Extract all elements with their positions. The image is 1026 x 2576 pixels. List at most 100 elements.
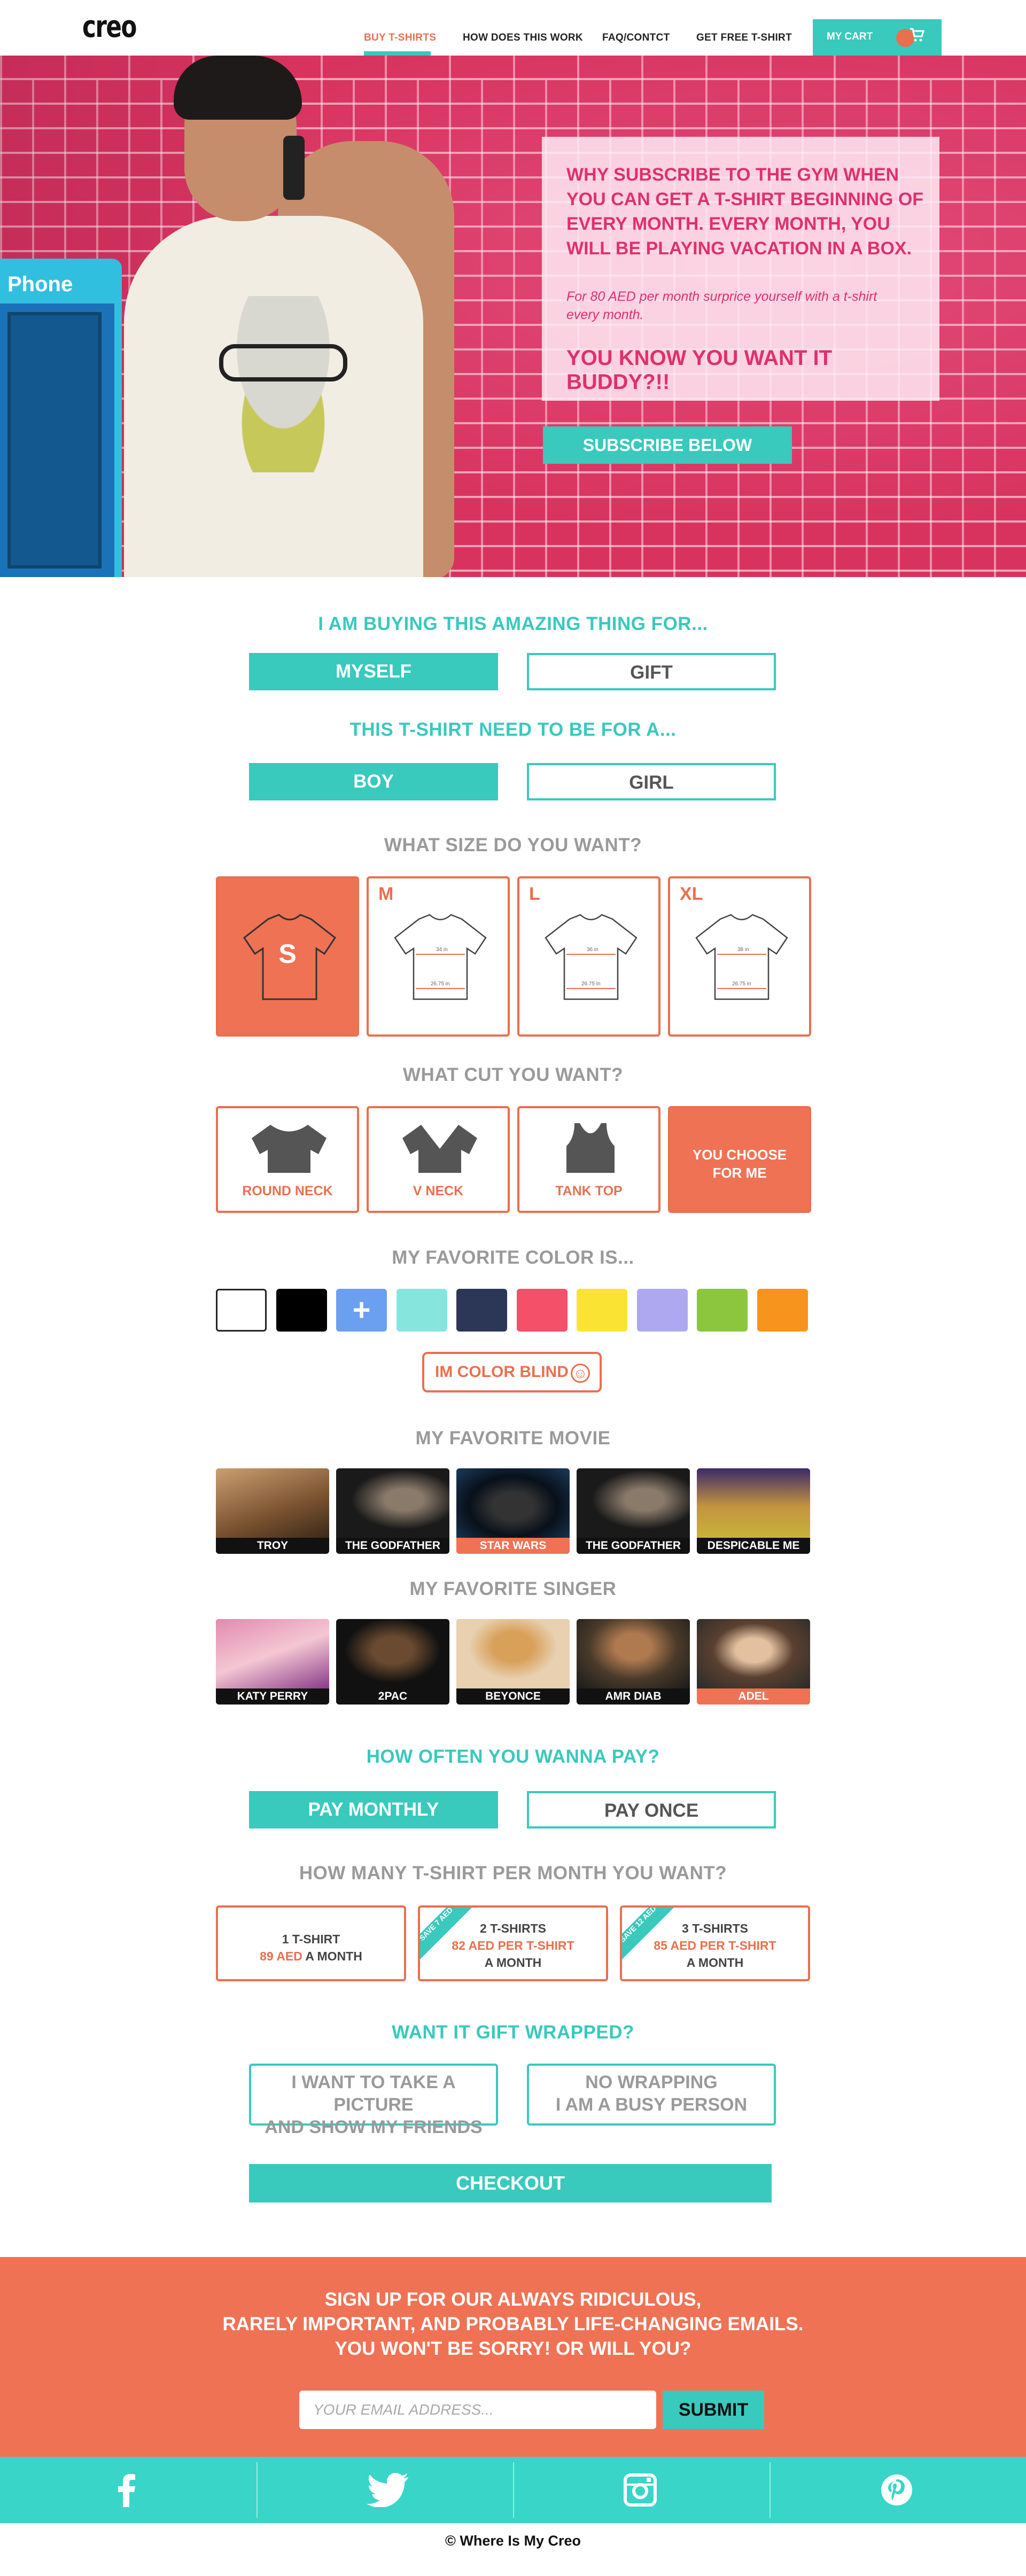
quantity-question: HOW MANY T-SHIRT PER MONTH YOU WANT? [299, 1863, 727, 1884]
movie-tile-godfather-2[interactable]: THE GODFATHER [577, 1468, 690, 1554]
wrap-line-1: NO WRAPPING [585, 2072, 718, 2092]
size-label: L [529, 884, 540, 904]
size-l-option[interactable]: L 36 in 26.75 in [517, 876, 660, 1037]
subscribe-button[interactable]: SUBSCRIBE BELOW [543, 426, 792, 464]
facebook-link[interactable] [0, 2457, 256, 2523]
color-swatch-lavender[interactable] [636, 1289, 688, 1332]
plan-1-tshirt[interactable]: 1 T-SHIRT 89 AED A MONTH [216, 1905, 406, 1981]
plan-3-tshirts[interactable]: SAVE 12 AED 3 T-SHIRTS 85 AED PER T-SHIR… [620, 1905, 810, 1981]
length-measure: 26.75 in [732, 981, 751, 987]
pay-monthly-option[interactable]: PAY MONTHLY [249, 1791, 498, 1828]
wrap-line-2: AND SHOW MY FRIENDS [265, 2117, 483, 2137]
color-blind-label: IM COLOR BLIND [435, 1363, 569, 1381]
color-swatch-white[interactable] [216, 1289, 267, 1332]
color-swatch-green[interactable] [697, 1289, 748, 1332]
twitter-icon [367, 2473, 408, 2507]
v-neck-option[interactable]: V NECK [367, 1106, 510, 1213]
pinterest-link[interactable] [770, 2457, 1026, 2523]
troy-poster-image [216, 1468, 329, 1538]
cut-label: ROUND NECK [242, 1184, 333, 1198]
v-neck-icon [402, 1125, 477, 1173]
hero-banner: Phone WHY SUBSCRIBE TO THE GYM WHEN YOU … [0, 56, 1026, 577]
you-choose-option[interactable]: YOU CHOOSE FOR ME [668, 1106, 811, 1213]
singer-tile-katy-perry[interactable]: KATY PERRY [216, 1619, 329, 1705]
size-label: M [378, 884, 394, 904]
color-swatch-aqua[interactable] [396, 1289, 447, 1332]
color-swatch-navy[interactable] [456, 1289, 507, 1332]
newsletter-line-2: RARELY IMPORTANT, AND PROBABLY LIFE-CHAN… [222, 2314, 804, 2334]
nav-how-it-works[interactable]: HOW DOES THIS WORK [463, 32, 583, 44]
pinterest-icon [881, 2474, 912, 2505]
plan-2-tshirts[interactable]: SAVE 7 AED 2 T-SHIRTS 82 AED PER T-SHIRT… [418, 1905, 608, 1981]
email-input[interactable] [299, 2391, 656, 2429]
payment-question: HOW OFTEN YOU WANNA PAY? [366, 1746, 660, 1767]
smiley-icon: ☺ [571, 1364, 590, 1383]
star-wars-poster-image [456, 1468, 570, 1538]
color-swatch-black[interactable] [276, 1289, 327, 1332]
plan-price-suffix: A MONTH [305, 1949, 362, 1963]
footer-copyright: © Where Is My Creo [445, 2533, 581, 2549]
movie-tile-troy[interactable]: TROY [216, 1468, 329, 1554]
plan-period: A MONTH [686, 1956, 744, 1970]
checkout-button[interactable]: CHECKOUT [249, 2164, 772, 2203]
myself-option[interactable]: MYSELF [249, 653, 498, 690]
gift-wrap-question: WANT IT GIFT WRAPPED? [392, 2022, 634, 2043]
round-neck-icon [252, 1125, 327, 1173]
movie-question: MY FAVORITE MOVIE [415, 1428, 611, 1449]
social-bar [0, 2457, 1026, 2523]
wrap-line-1: I WANT TO TAKE A PICTURE [291, 2072, 456, 2115]
gift-wrap-no-option[interactable]: NO WRAPPING I AM A BUSY PERSON [527, 2064, 776, 2126]
gender-question: THIS T-SHIRT NEED TO BE FOR A... [349, 719, 677, 740]
movie-tile-star-wars[interactable]: STAR WARS [456, 1468, 570, 1554]
singer-caption: 2PAC [336, 1688, 449, 1705]
size-s-option[interactable]: S [216, 876, 359, 1037]
nav-faq-contact[interactable]: FAQ/CONTCT [602, 32, 670, 44]
gift-wrap-yes-option[interactable]: I WANT TO TAKE A PICTURE AND SHOW MY FRI… [249, 2064, 498, 2137]
movie-caption: THE GODFATHER [336, 1538, 449, 1554]
twitter-link[interactable] [256, 2457, 513, 2523]
movie-tile-godfather[interactable]: THE GODFATHER [336, 1468, 449, 1554]
girl-option[interactable]: GIRL [527, 763, 776, 800]
nav-free-tshirt[interactable]: GET FREE T-SHIRT [696, 32, 792, 44]
katy-perry-image [216, 1619, 329, 1688]
instagram-link[interactable] [513, 2457, 770, 2523]
singer-caption: BEYONCE [456, 1688, 570, 1705]
singer-caption: ADEL [697, 1688, 810, 1705]
singer-tile-beyonce[interactable]: BEYONCE [456, 1619, 570, 1705]
hero-subtext: For 80 AED per month surprice yourself w… [566, 289, 877, 322]
movie-caption: DESPICABLE ME [697, 1538, 810, 1554]
pay-once-option[interactable]: PAY ONCE [527, 1791, 776, 1828]
size-m-option[interactable]: M 34 in 26.75 in [367, 876, 510, 1037]
boy-option[interactable]: BOY [249, 763, 498, 800]
instagram-icon [624, 2473, 657, 2507]
chest-measure: 36 in [587, 947, 598, 953]
phone-booth-image: Phone [0, 259, 122, 577]
plan-price: 85 AED PER T-SHIRT [622, 1939, 808, 1953]
color-swatch-blue[interactable]: + [336, 1289, 387, 1332]
creo-logo[interactable]: creo [82, 10, 137, 44]
size-label: S [278, 939, 297, 969]
round-neck-option[interactable]: ROUND NECK [216, 1106, 359, 1213]
tank-top-option[interactable]: TANK TOP [517, 1106, 660, 1213]
color-swatch-yellow[interactable] [577, 1289, 627, 1332]
gift-option[interactable]: GIFT [527, 653, 776, 690]
nav-buy-tshirts[interactable]: BUY T-SHIRTS [364, 32, 436, 44]
tshirt-icon [695, 914, 788, 1000]
size-question: WHAT SIZE DO YOU WANT? [384, 835, 642, 855]
length-measure: 26.75 in [431, 981, 450, 987]
color-swatch-orange[interactable] [757, 1289, 808, 1332]
newsletter-line-1: SIGN UP FOR OUR ALWAYS RIDICULOUS, [324, 2289, 702, 2310]
singer-tile-2pac[interactable]: 2PAC [336, 1619, 449, 1705]
singer-tile-amr-diab[interactable]: AMR DIAB [577, 1619, 690, 1705]
plan-period: A MONTH [484, 1956, 542, 1970]
my-cart-button[interactable]: MY CART [813, 19, 942, 56]
color-blind-button[interactable]: IM COLOR BLIND ☺ [422, 1352, 602, 1392]
singer-tile-adel[interactable]: ADEL [697, 1619, 810, 1705]
2pac-image [336, 1619, 449, 1688]
color-swatch-red[interactable] [516, 1289, 568, 1332]
tshirt-icon [545, 914, 638, 1000]
size-xl-option[interactable]: XL 38 in 26.75 in [668, 876, 811, 1037]
cart-label: MY CART [827, 31, 873, 42]
movie-tile-despicable-me[interactable]: DESPICABLE ME [697, 1468, 810, 1554]
submit-button[interactable]: SUBMIT [663, 2391, 764, 2429]
